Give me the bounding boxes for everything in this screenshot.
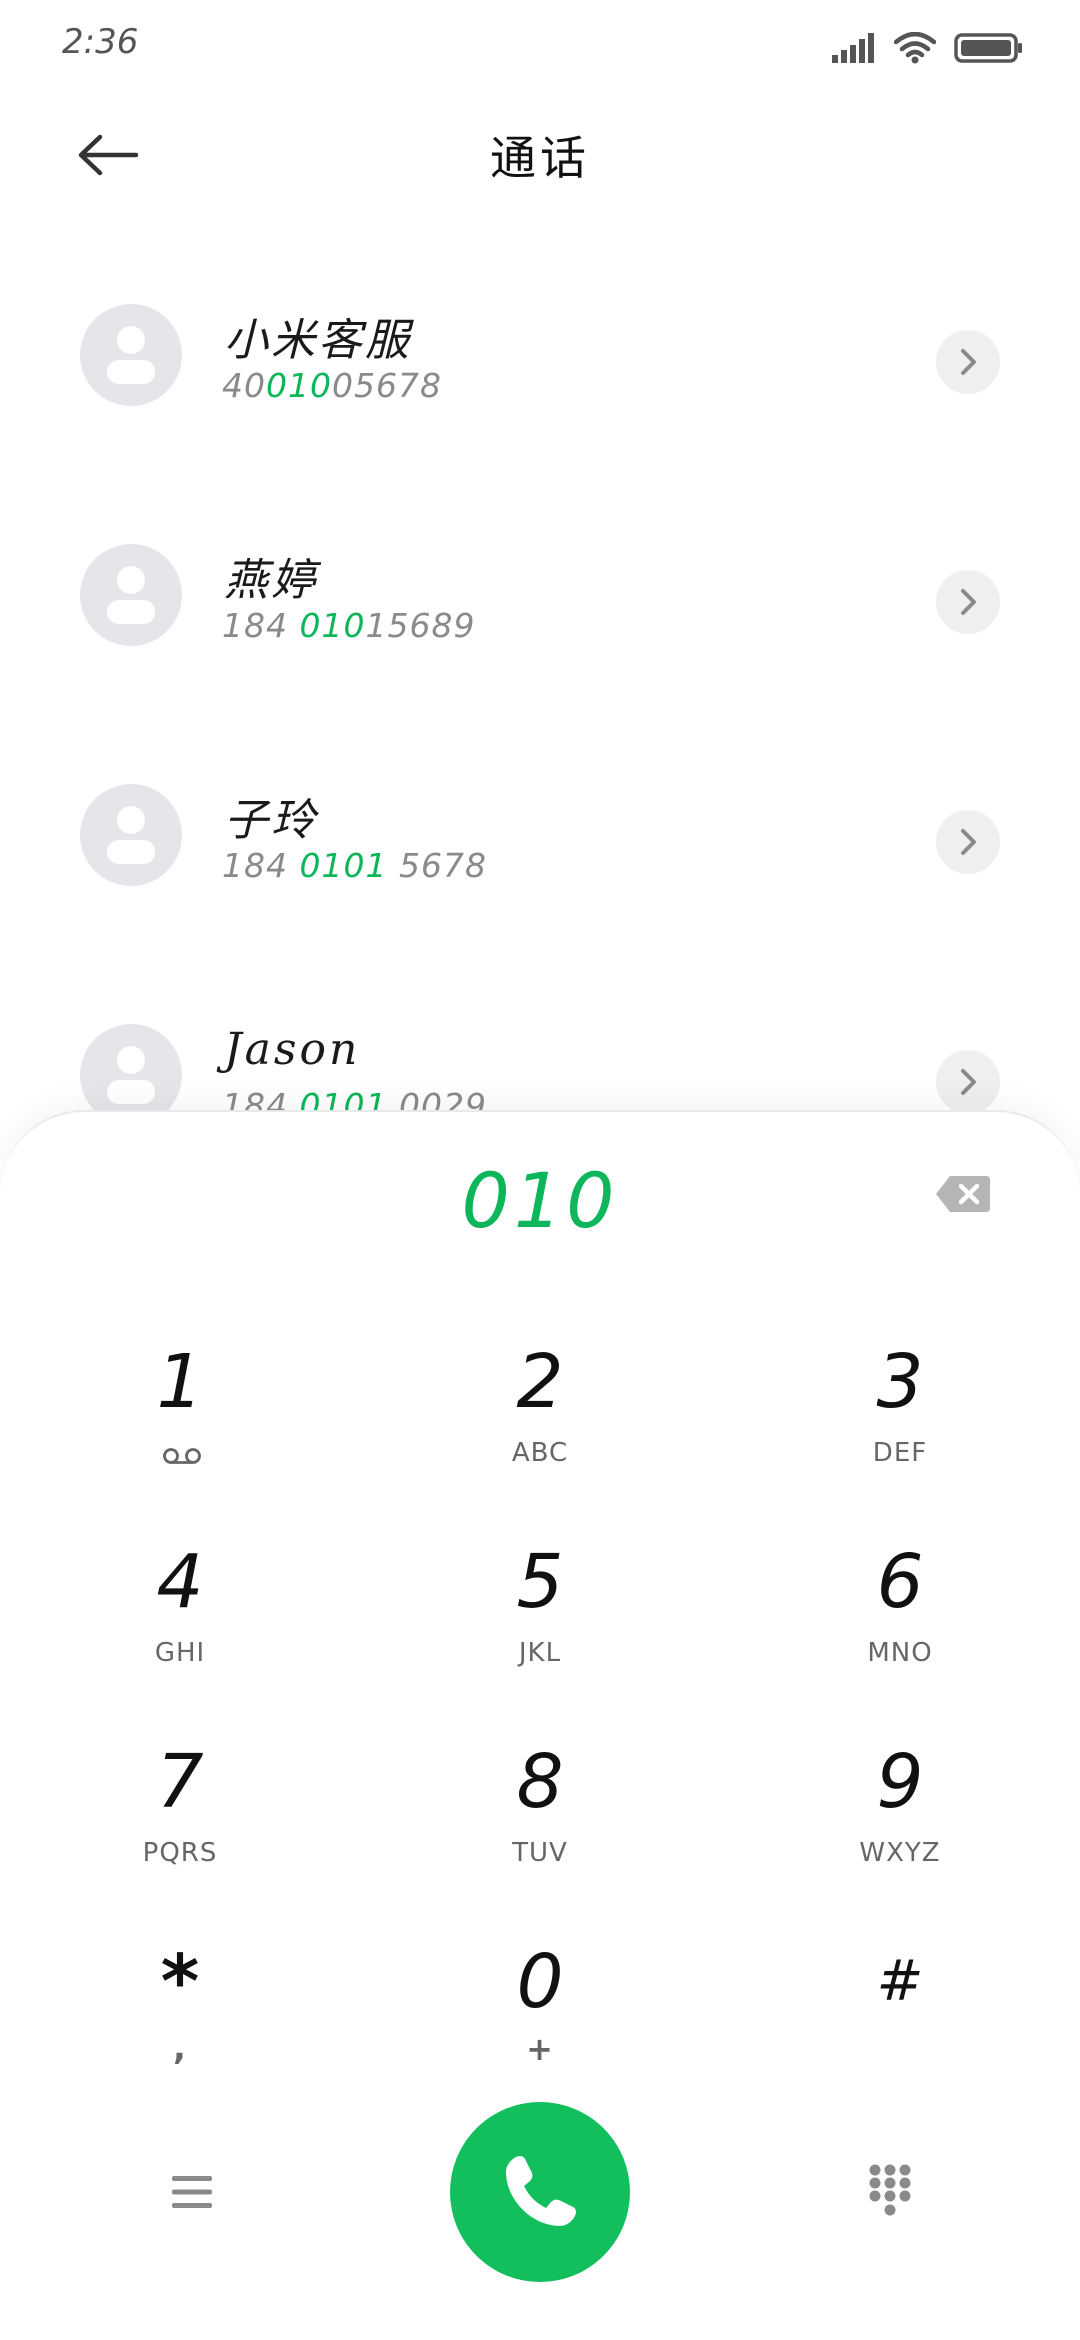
key-hash[interactable]: #: [750, 1932, 1050, 2112]
avatar: [80, 304, 182, 406]
status-time: 2:36: [62, 22, 139, 62]
key-letters: JKL: [518, 1638, 562, 1668]
key-digit: 9: [876, 1739, 924, 1825]
key-letters: MNO: [867, 1638, 933, 1668]
chevron-right-icon: [961, 829, 976, 855]
contact-number: 184 01015689: [222, 606, 476, 645]
key-letters: GHI: [154, 1638, 206, 1668]
contact-name: 子玲: [224, 795, 318, 846]
number-match: 0101: [299, 846, 388, 885]
chevron-right-icon: [961, 589, 976, 615]
number-match: 010: [299, 606, 366, 645]
signal-icon: [832, 33, 874, 63]
key-digit: *: [160, 1939, 200, 2025]
key-3[interactable]: 3 DEF: [750, 1332, 1050, 1512]
dialpad-icon: [869, 2164, 911, 2216]
dialed-number-display[interactable]: 010: [0, 1156, 1080, 1245]
key-9[interactable]: 9 WXYZ: [750, 1732, 1050, 1912]
avatar: [80, 784, 182, 886]
key-2[interactable]: 2 ABC: [390, 1332, 690, 1512]
key-digit: 5: [516, 1539, 564, 1625]
key-0[interactable]: 0 +: [390, 1932, 690, 2112]
key-7[interactable]: 7 PQRS: [30, 1732, 330, 1912]
key-5[interactable]: 5 JKL: [390, 1532, 690, 1712]
contact-detail-button[interactable]: [936, 1050, 1000, 1114]
contact-row[interactable]: 燕婷 184 01015689: [0, 510, 1080, 750]
key-digit: 7: [156, 1739, 204, 1825]
contact-row[interactable]: 子玲 184 0101 5678: [0, 750, 1080, 990]
backspace-button[interactable]: [934, 1174, 992, 1214]
app-header: 通话: [0, 100, 1080, 210]
key-digit: #: [876, 1949, 924, 2014]
contact-list: 小米客服 4001005678 燕婷 184 01015689 子玲 184 0…: [0, 270, 1080, 1230]
key-1[interactable]: 1: [30, 1332, 330, 1512]
contact-name: 燕婷: [224, 555, 318, 606]
avatar: [80, 544, 182, 646]
contact-detail-button[interactable]: [936, 570, 1000, 634]
contact-detail-button[interactable]: [936, 330, 1000, 394]
key-digit: 3: [876, 1339, 924, 1425]
number-match: 010: [266, 366, 332, 405]
contact-name: Jason: [224, 1024, 361, 1075]
call-button[interactable]: [450, 2102, 630, 2282]
chevron-right-icon: [961, 349, 976, 375]
key-digit: 6: [876, 1539, 924, 1625]
wifi-icon: [894, 32, 936, 64]
key-8[interactable]: 8 TUV: [390, 1732, 690, 1912]
key-letters: +: [526, 2030, 554, 2068]
contact-name: 小米客服: [224, 315, 412, 366]
key-6[interactable]: 6 MNO: [750, 1532, 1050, 1712]
key-letters: TUV: [512, 1838, 568, 1868]
key-letters: DEF: [872, 1438, 928, 1468]
status-bar: 2:36: [0, 0, 1080, 96]
status-icons: [832, 26, 1024, 70]
battery-icon: [954, 33, 1022, 63]
page-title: 通话: [490, 131, 590, 185]
key-letters: ,: [173, 2028, 187, 2068]
phone-icon: [506, 2156, 576, 2226]
key-digit: 0: [516, 1939, 564, 2025]
phone-screen: 2:36 通话 小米客服 4001005678 燕婷 184 01015689 …: [0, 0, 1080, 2340]
keypad-toggle-button[interactable]: [860, 2160, 920, 2220]
contact-number: 184 0101 5678: [222, 846, 487, 885]
contact-detail-button[interactable]: [936, 810, 1000, 874]
key-digit: 2: [516, 1339, 564, 1425]
key-4[interactable]: 4 GHI: [30, 1532, 330, 1712]
key-letters: WXYZ: [859, 1838, 941, 1868]
chevron-right-icon: [961, 1069, 976, 1095]
menu-button[interactable]: [162, 2162, 222, 2222]
key-letters: ABC: [511, 1438, 569, 1468]
voicemail-icon: [163, 1448, 201, 1464]
key-digit: 1: [156, 1339, 204, 1425]
backspace-icon: [936, 1176, 990, 1212]
contact-number: 4001005678: [222, 366, 442, 405]
key-digit: 4: [156, 1539, 204, 1625]
menu-icon: [172, 2176, 212, 2208]
key-digit: 8: [516, 1739, 564, 1825]
key-star[interactable]: * ,: [30, 1932, 330, 2112]
key-letters: PQRS: [142, 1838, 218, 1868]
contact-row[interactable]: 小米客服 4001005678: [0, 270, 1080, 510]
